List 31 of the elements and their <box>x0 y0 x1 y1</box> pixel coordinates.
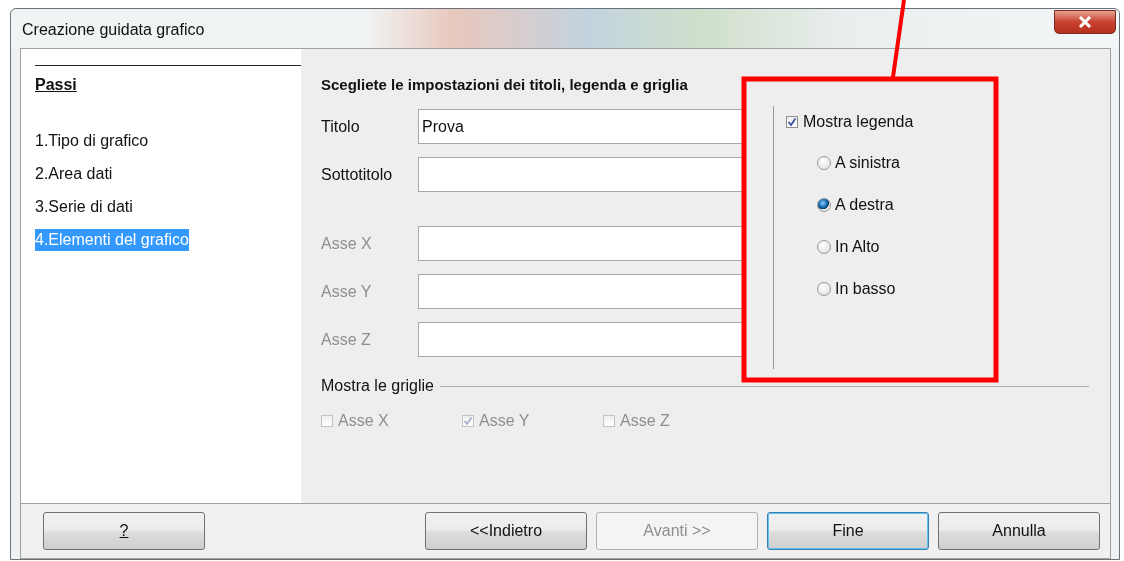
radio-label: A destra <box>835 196 894 214</box>
radio-button[interactable] <box>817 198 831 212</box>
dialog-button[interactable]: <<Indietro <box>425 512 587 550</box>
dialog-button[interactable]: Annulla <box>938 512 1100 550</box>
window-title: Creazione guidata grafico <box>22 20 205 39</box>
field-label: Asse Z <box>321 330 372 349</box>
field-label: Titolo <box>321 117 361 136</box>
radio-button[interactable] <box>817 156 831 170</box>
checkbox-label: Asse X <box>338 412 389 430</box>
checkbox-label: Mostra legenda <box>803 113 914 131</box>
step-item[interactable]: 3.Serie di dati <box>35 196 133 218</box>
step-item[interactable]: 1.Tipo di grafico <box>35 130 149 152</box>
dialog-button[interactable]: Fine <box>767 512 929 550</box>
checkbox[interactable] <box>786 116 798 128</box>
section-heading: Scegliete le impostazioni dei titoli, legenda e griglia <box>321 76 689 93</box>
checkbox-label: Asse Z <box>620 412 670 430</box>
close-button[interactable] <box>1054 9 1116 34</box>
group-label: Mostra le griglie <box>321 377 434 395</box>
help-button[interactable]: ? <box>43 512 205 550</box>
checkbox-label: Asse Y <box>479 412 530 430</box>
radio-button[interactable] <box>817 282 831 296</box>
radio-label: In Alto <box>835 238 880 256</box>
field-label: Asse X <box>321 234 373 253</box>
steps-heading: Passi <box>35 76 77 94</box>
radio-label: A sinistra <box>835 154 900 172</box>
field-label: Asse Y <box>321 282 373 301</box>
radio-label: In basso <box>835 280 896 298</box>
close-icon <box>1078 15 1092 28</box>
field-label: Sottotitolo <box>321 165 394 184</box>
radio-button[interactable] <box>817 240 831 254</box>
step-item[interactable]: 2.Area dati <box>35 163 113 185</box>
